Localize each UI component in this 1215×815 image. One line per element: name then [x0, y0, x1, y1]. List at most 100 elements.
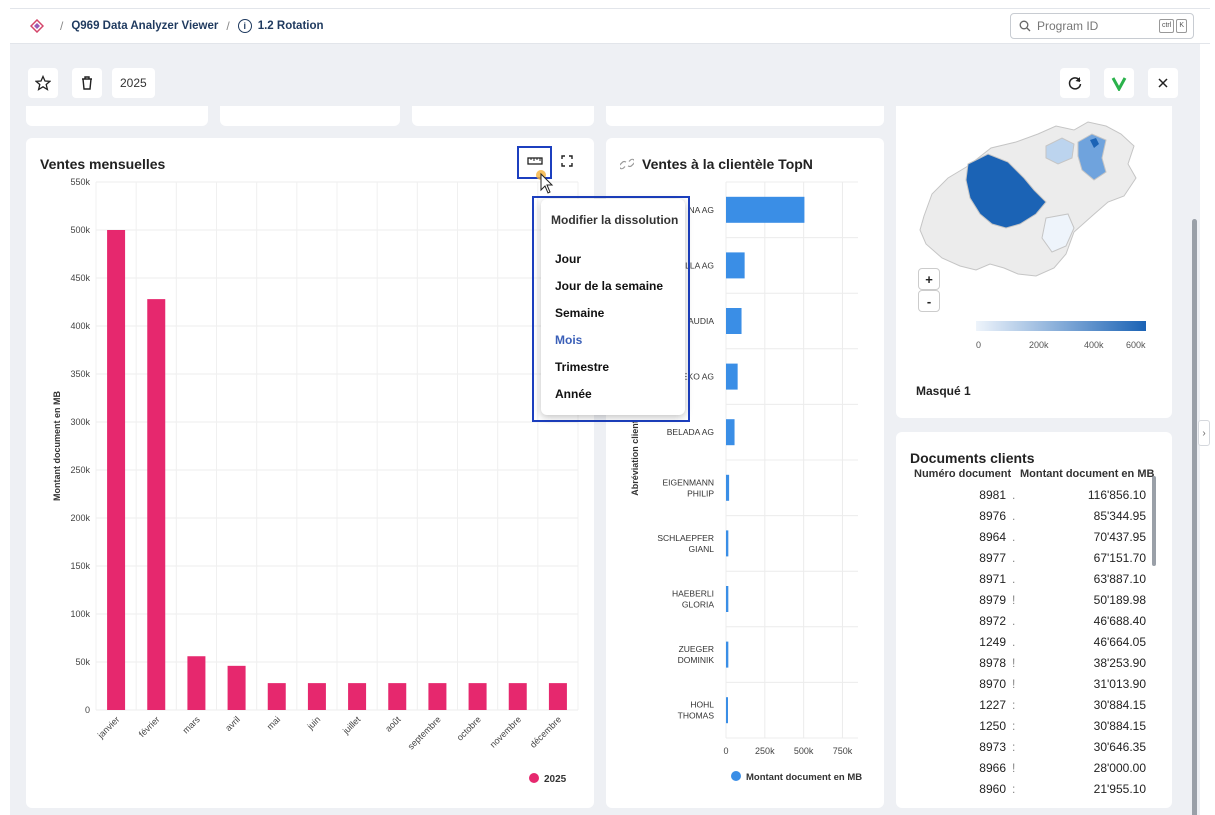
close-button[interactable] — [1148, 68, 1178, 98]
cell-doc-number: 1227 — [979, 698, 1006, 712]
cell-doc-number: 8970 — [979, 677, 1006, 691]
y-tick-label: 250k — [70, 465, 90, 475]
bar — [508, 683, 527, 710]
check-v-icon — [1111, 77, 1127, 91]
y-tick-label: GLORIA — [682, 600, 714, 610]
card-stub — [412, 106, 594, 126]
menu-item-jour-semaine[interactable]: Jour de la semaine — [555, 279, 663, 293]
x-tick-label: décembre — [528, 714, 563, 749]
dashboard-canvas: 2025 Ventes mensuelles 0 50k 100k 150k 200k 2… — [10, 44, 1200, 815]
cell-truncation-mark: . — [1012, 635, 1016, 649]
table-row[interactable]: 1249. 46'664.05 — [896, 635, 1172, 654]
menu-item-jour[interactable]: Jour — [555, 252, 581, 266]
table-row[interactable]: 8973: 30'646.35 — [896, 740, 1172, 759]
table-row[interactable]: 8966! 28'000.00 — [896, 761, 1172, 780]
x-tick-label: février — [137, 714, 162, 739]
page-scrollbar-thumb[interactable] — [1192, 219, 1197, 815]
y-tick-label: HAEBERLI — [672, 589, 714, 599]
column-header-number[interactable]: Numéro document — [914, 468, 1011, 480]
monthly-sales-card: Ventes mensuelles 0 50k 100k 150k 200k 250k 30… — [26, 138, 594, 808]
bar — [227, 665, 246, 710]
cell-truncation-mark: ! — [1012, 656, 1016, 670]
table-row[interactable]: 8979! 50'189.98 — [896, 593, 1172, 612]
zoom-out-button[interactable]: - — [918, 290, 940, 312]
scale-label: 0 — [976, 340, 982, 350]
table-row[interactable]: 1250: 30'884.15 — [896, 719, 1172, 738]
zoom-in-button[interactable]: + — [918, 268, 940, 290]
cell-amount: 70'437.95 — [1093, 530, 1146, 544]
menu-item-semaine[interactable]: Semaine — [555, 306, 604, 320]
documents-card: Documents clients Numéro document Montan… — [896, 432, 1172, 808]
cell-doc-number: 8964 — [979, 530, 1006, 544]
bar — [726, 308, 742, 334]
table-row[interactable]: 8970! 31'013.90 — [896, 677, 1172, 696]
bar — [726, 474, 730, 501]
scale-label: 600k — [1126, 340, 1146, 350]
validate-button[interactable] — [1104, 68, 1134, 98]
x-tick-label: octobre — [455, 714, 483, 742]
table-row[interactable]: 8981. 116'856.10 — [896, 488, 1172, 507]
cell-truncation-mark: : — [1012, 782, 1016, 796]
table-row[interactable]: 8971. 63'887.10 — [896, 572, 1172, 591]
documents-table-body: 8981. 116'856.10 8976. 85'344.95 8964. 70'437… — [896, 488, 1172, 804]
y-tick-label: 150k — [70, 561, 90, 571]
side-panel-toggle[interactable]: › — [1198, 420, 1210, 446]
table-row[interactable]: 8976. 85'344.95 — [896, 509, 1172, 528]
x-tick-label: août — [383, 714, 403, 734]
cell-amount: 30'884.15 — [1093, 719, 1146, 733]
scale-label: 200k — [1029, 340, 1049, 350]
table-scrollbar[interactable] — [1152, 476, 1156, 566]
bar — [726, 252, 745, 279]
cell-doc-number: 8971 — [979, 572, 1006, 586]
year-filter[interactable]: 2025 — [112, 68, 155, 98]
refresh-button[interactable] — [1060, 68, 1090, 98]
fullscreen-button[interactable] — [556, 150, 578, 172]
cell-amount: 50'189.98 — [1093, 593, 1146, 607]
y-tick-label: AUDIA — [688, 316, 714, 326]
map-card: + - 0 200k 400k 600k Masqué 1 — [896, 106, 1172, 418]
menu-item-mois[interactable]: Mois — [555, 333, 582, 347]
x-tick-label: novembre — [488, 714, 523, 749]
delete-button[interactable] — [72, 68, 102, 98]
table-row[interactable]: 8978! 38'253.90 — [896, 656, 1172, 675]
favorite-button[interactable] — [28, 68, 58, 98]
cell-truncation-mark: : — [1012, 698, 1016, 712]
table-row[interactable]: 8972. 46'688.40 — [896, 614, 1172, 633]
menu-item-annee[interactable]: Année — [555, 387, 592, 401]
switzerland-map[interactable] — [896, 106, 1172, 418]
cell-amount: 46'688.40 — [1093, 614, 1146, 628]
x-tick-label: juillet — [340, 714, 363, 737]
cell-truncation-mark: . — [1012, 572, 1016, 586]
cell-doc-number: 1249 — [979, 635, 1006, 649]
search-input[interactable]: Program ID ctrl K — [1010, 13, 1194, 39]
breadcrumb-app[interactable]: Q969 Data Analyzer Viewer — [71, 20, 218, 32]
breadcrumb-separator: / — [226, 19, 230, 33]
y-tick-label: ZUEGER — [679, 644, 714, 654]
y-tick-label: 450k — [70, 273, 90, 283]
table-row[interactable]: 8977. 67'151.70 — [896, 551, 1172, 570]
cell-doc-number: 8978 — [979, 656, 1006, 670]
x-tick-label: septembre — [406, 714, 443, 751]
cell-doc-number: 8966 — [979, 761, 1006, 775]
cell-amount: 30'884.15 — [1093, 698, 1146, 712]
legend-marker — [529, 773, 539, 783]
y-axis-label: Abréviation client — [630, 420, 640, 496]
cell-amount: 28'000.00 — [1093, 761, 1146, 775]
cell-truncation-mark: : — [1012, 719, 1016, 733]
table-row[interactable]: 1227: 30'884.15 — [896, 698, 1172, 717]
menu-item-trimestre[interactable]: Trimestre — [555, 360, 609, 374]
y-tick-label: EIGENMANN — [663, 477, 714, 487]
breadcrumb-page: 1.2 Rotation — [257, 20, 324, 32]
column-header-amount[interactable]: Montant document en MB — [1020, 468, 1154, 480]
x-tick-label: juin — [305, 714, 323, 732]
table-row[interactable]: 8964. 70'437.95 — [896, 530, 1172, 549]
app-logo-icon[interactable] — [30, 19, 44, 33]
bar — [726, 419, 735, 446]
y-axis-label: Montant document en MB — [52, 391, 62, 501]
ruler-icon — [527, 157, 543, 165]
search-placeholder: Program ID — [1037, 19, 1099, 33]
card-title: Documents clients — [910, 450, 1035, 466]
info-icon: i — [237, 19, 252, 33]
x-tick-label: 500k — [794, 746, 814, 756]
table-row[interactable]: 8960: 21'955.10 — [896, 782, 1172, 801]
